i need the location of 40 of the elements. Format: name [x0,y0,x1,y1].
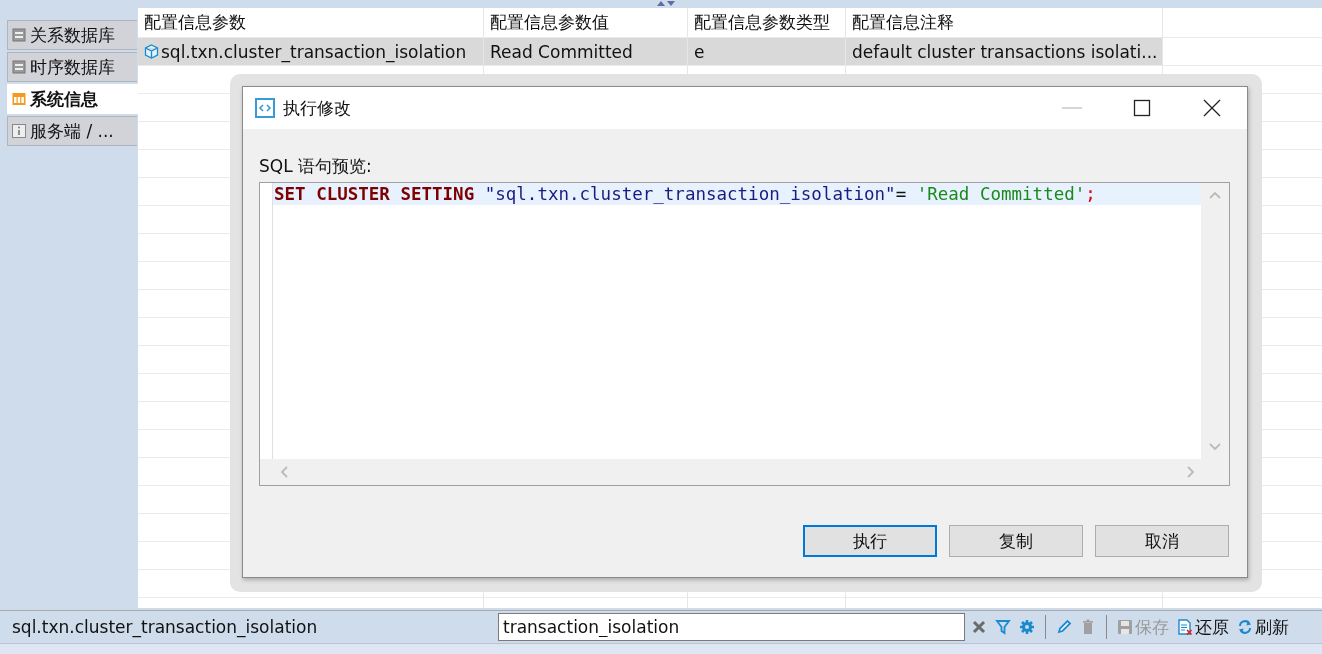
minimize-icon [1062,107,1082,109]
table-icon [12,92,26,106]
table-row[interactable]: sql.txn.cluster_transaction_isolation Read Committed e default cluster transactions isolati... [138,38,1322,66]
pencil-icon [1056,619,1072,635]
preview-label: SQL 语句预览: [259,155,373,178]
refresh-button[interactable]: 刷新 [1235,614,1291,640]
maximize-icon [1132,99,1152,117]
scroll-left-icon [280,466,288,478]
dialog-button[interactable]: 执行 [803,525,937,557]
scroll-down-icon [1209,443,1221,451]
scroll-right-icon [1187,466,1195,478]
dialog-button[interactable]: 取消 [1095,525,1229,557]
revert-button[interactable]: 还原 [1175,614,1231,640]
search-field[interactable]: transaction_isolation [498,613,965,641]
sidebar-tab[interactable]: 系统信息 [7,84,138,114]
database-icon [12,60,26,74]
trash-icon [1080,619,1096,635]
table-cell: default cluster transactions isolati... [852,41,1158,62]
table-cell: Read Committed [490,41,633,62]
sidebar-tab[interactable]: 服务端 / ... [7,116,137,146]
table-cell: sql.txn.cluster_transaction_isolation [161,41,467,62]
refresh-icon [1237,619,1253,635]
collapse-arrows-icon[interactable] [655,0,677,7]
dialog-button[interactable]: 复制 [949,525,1083,557]
scroll-up-icon [1209,191,1221,199]
filter-icon [995,619,1011,635]
sidebar-tab[interactable]: 关系数据库 [7,20,137,50]
clear-icon [971,619,987,635]
table-cell: e [694,41,705,62]
sql-editor[interactable]: SET CLUSTER SETTING "sql.txn.cluster_transaction_isolation"= 'Read Committed'; [259,182,1230,486]
close-icon [1202,99,1222,117]
info-icon [12,124,26,138]
sidebar-tab[interactable]: 时序数据库 [7,52,137,82]
dialog-title: 执行修改 [283,96,351,120]
code-icon [255,98,275,118]
cube-icon [144,44,159,59]
database-icon [12,28,26,42]
current-key-label: sql.txn.cluster_transaction_isolation [11,617,319,637]
settings-icon [1019,619,1035,635]
document-x-icon [1177,619,1193,635]
